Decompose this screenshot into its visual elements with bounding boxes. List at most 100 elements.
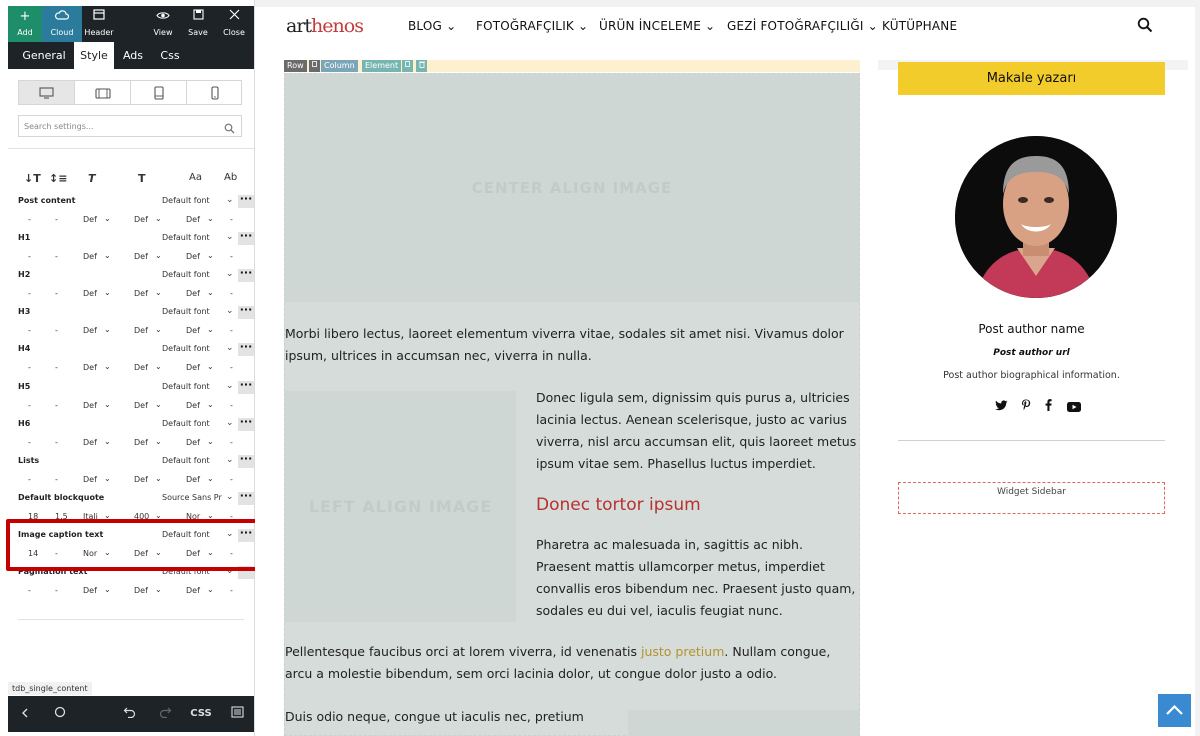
tab-ads[interactable]: Ads (120, 42, 146, 69)
typography-value-field[interactable]: Def (83, 475, 97, 484)
chevron-down-icon[interactable]: ⌄ (104, 400, 111, 409)
undo-button[interactable] (116, 696, 142, 732)
typography-value-field[interactable]: - (230, 289, 233, 298)
facebook-icon[interactable] (1045, 396, 1052, 415)
font-family-select[interactable]: Default font (162, 196, 224, 205)
typography-value-field[interactable]: Def (134, 326, 148, 335)
chevron-down-icon[interactable]: ⌄ (104, 474, 111, 483)
more-options-button[interactable]: ··· (238, 379, 254, 394)
typography-value-field[interactable]: Def (83, 586, 97, 595)
chevron-down-icon[interactable]: ⌄ (207, 362, 214, 371)
chevron-down-icon[interactable]: ⌄ (104, 214, 111, 223)
typography-value-field[interactable]: Def (186, 475, 200, 484)
tablet-landscape-device-button[interactable] (75, 81, 131, 104)
typography-value-field[interactable]: Def (83, 252, 97, 261)
menu-item-photography[interactable]: FOTOĞRAFÇILIK ⌄ (476, 19, 588, 33)
pinterest-icon[interactable] (1021, 396, 1031, 415)
typography-value-field[interactable]: - (230, 252, 233, 261)
chevron-down-icon[interactable]: ⌄ (226, 455, 234, 465)
chevron-down-icon[interactable]: ⌄ (207, 325, 214, 334)
breadcrumb[interactable]: tdb_single_content (8, 682, 92, 695)
settings-search-input[interactable] (24, 119, 214, 133)
typography-value-field[interactable]: - (230, 586, 233, 595)
menu-item-blog[interactable]: BLOG ⌄ (408, 19, 456, 33)
desktop-device-button[interactable] (19, 81, 75, 104)
typography-value-field[interactable]: - (55, 438, 58, 447)
chevron-down-icon[interactable]: ⌄ (207, 400, 214, 409)
more-options-button[interactable]: ··· (238, 341, 254, 356)
typography-value-field[interactable]: Def (134, 401, 148, 410)
typography-value-field[interactable]: Def (83, 289, 97, 298)
chevron-down-icon[interactable]: ⌄ (104, 437, 111, 446)
typography-value-field[interactable]: Def (83, 401, 97, 410)
chevron-down-icon[interactable]: ⌄ (104, 362, 111, 371)
chevron-down-icon[interactable]: ⌄ (207, 251, 214, 260)
font-family-select[interactable]: Default font (162, 456, 224, 465)
more-options-button[interactable]: ··· (238, 230, 254, 245)
chevron-down-icon[interactable]: ⌄ (226, 269, 234, 279)
chevron-down-icon[interactable]: ⌄ (207, 585, 214, 594)
widget-sidebar[interactable]: Widget Sidebar (898, 482, 1165, 514)
typography-value-field[interactable]: - (28, 401, 31, 410)
typography-value-field[interactable]: Def (186, 252, 200, 261)
chevron-down-icon[interactable]: ⌄ (226, 306, 234, 316)
typography-value-field[interactable]: - (28, 289, 31, 298)
chevron-down-icon[interactable]: ⌄ (155, 362, 162, 371)
more-options-button[interactable]: ··· (238, 193, 254, 208)
menu-item-travel-photography[interactable]: GEZİ FOTOĞRAFÇILIĞI ⌄ (727, 19, 878, 33)
tab-general[interactable]: General (16, 42, 72, 69)
chevron-down-icon[interactable]: ⌄ (207, 214, 214, 223)
typography-value-field[interactable]: - (55, 586, 58, 595)
header-button[interactable]: Header (82, 6, 116, 42)
font-family-select[interactable]: Source Sans Pr (162, 493, 224, 502)
menu-item-library[interactable]: KÜTÜPHANE (882, 19, 957, 33)
layers-button[interactable] (224, 696, 250, 732)
chevron-down-icon[interactable]: ⌄ (104, 251, 111, 260)
trash-icon[interactable] (416, 60, 427, 72)
chevron-down-icon[interactable]: ⌄ (207, 437, 214, 446)
tab-style[interactable]: Style (74, 42, 114, 69)
typography-value-field[interactable]: Def (134, 289, 148, 298)
phone-device-button[interactable] (187, 81, 243, 104)
typography-value-field[interactable]: Def (134, 363, 148, 372)
typography-value-field[interactable]: Def (134, 586, 148, 595)
more-options-button[interactable]: ··· (238, 490, 254, 505)
chevron-down-icon[interactable]: ⌄ (155, 325, 162, 334)
font-family-select[interactable]: Default font (162, 270, 224, 279)
chevron-down-icon[interactable]: ⌄ (155, 437, 162, 446)
menu-item-product-review[interactable]: ÜRÜN İNCELEME ⌄ (599, 19, 715, 33)
typography-value-field[interactable]: Def (134, 475, 148, 484)
copy-icon[interactable] (402, 60, 413, 72)
typography-value-field[interactable]: Def (83, 215, 97, 224)
more-options-button[interactable]: ··· (238, 453, 254, 468)
chevron-down-icon[interactable]: ⌄ (207, 474, 214, 483)
typography-value-field[interactable]: - (28, 252, 31, 261)
chevron-down-icon[interactable]: ⌄ (226, 195, 234, 205)
typography-value-field[interactable]: - (230, 363, 233, 372)
chevron-down-icon[interactable]: ⌄ (207, 288, 214, 297)
post-content-block[interactable]: CENTER ALIGN IMAGE Morbi libero lectus, … (284, 73, 860, 736)
typography-value-field[interactable]: Def (186, 363, 200, 372)
save-button[interactable]: Save (183, 6, 213, 42)
typography-value-field[interactable]: - (230, 401, 233, 410)
home-button[interactable] (47, 696, 73, 732)
typography-value-field[interactable]: Def (134, 215, 148, 224)
author-box-title[interactable]: Makale yazarı (898, 62, 1165, 95)
typography-value-field[interactable]: - (230, 326, 233, 335)
typography-value-field[interactable]: - (55, 475, 58, 484)
typography-value-field[interactable]: - (55, 363, 58, 372)
chevron-down-icon[interactable]: ⌄ (104, 288, 111, 297)
twitter-icon[interactable] (995, 396, 1008, 415)
typography-value-field[interactable]: - (28, 586, 31, 595)
typography-value-field[interactable]: - (230, 215, 233, 224)
add-button[interactable]: + Add (8, 6, 42, 42)
font-family-select[interactable]: Default font (162, 344, 224, 353)
chevron-down-icon[interactable]: ⌄ (104, 325, 111, 334)
tablet-portrait-device-button[interactable] (131, 81, 187, 104)
css-button[interactable]: CSS (186, 696, 216, 732)
typography-value-field[interactable]: Def (186, 326, 200, 335)
chevron-down-icon[interactable]: ⌄ (155, 585, 162, 594)
chevron-down-icon[interactable]: ⌄ (226, 232, 234, 242)
chevron-down-icon[interactable]: ⌄ (104, 585, 111, 594)
view-button[interactable]: View (148, 6, 178, 42)
